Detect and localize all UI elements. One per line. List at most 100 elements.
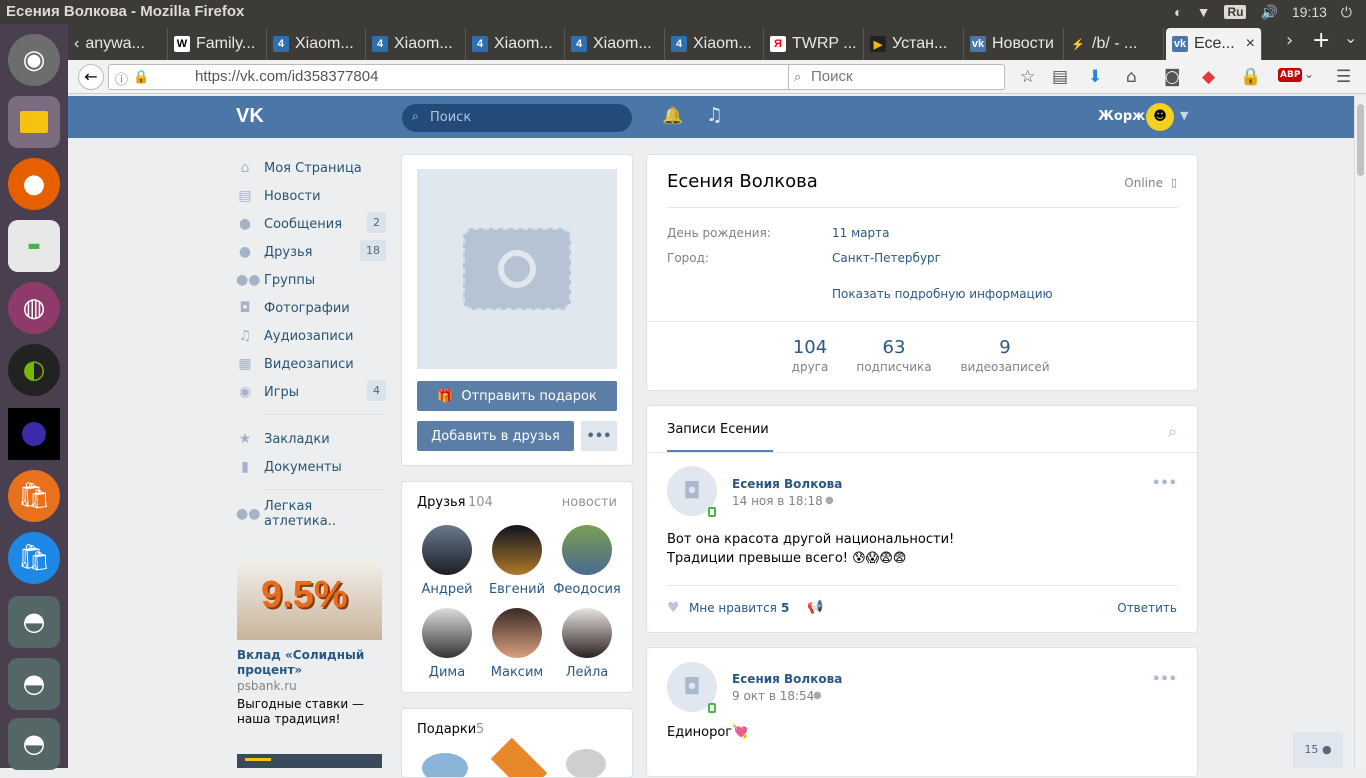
friend-avatar[interactable] — [492, 608, 542, 658]
post-menu-icon[interactable]: ••• — [1152, 672, 1177, 687]
post-author[interactable]: Есения Волкова — [732, 672, 842, 686]
like-label[interactable]: Мне нравится — [689, 601, 777, 615]
tab-4[interactable]: 4 Xiaom... — [466, 28, 565, 60]
adblock-icon[interactable]: ABP — [1278, 68, 1303, 82]
post-author[interactable]: Есения Волкова — [732, 477, 842, 491]
user-name[interactable]: Жорж — [1098, 109, 1145, 124]
extension-icon[interactable]: ◆ — [1202, 67, 1215, 87]
gift-item[interactable] — [422, 753, 468, 777]
menu-my-page[interactable]: ⌂ Моя Страница — [236, 154, 386, 182]
ad-title[interactable]: Вклад «Солидный процент» — [237, 648, 387, 678]
add-friend-button[interactable]: Добавить в друзья — [417, 421, 574, 451]
globe-icon[interactable]: ◍ — [8, 282, 60, 334]
ad-banner[interactable]: 9.5% — [237, 558, 382, 640]
friend-avatar[interactable] — [562, 525, 612, 575]
app-icon-3[interactable]: ◓ — [8, 718, 60, 770]
lock-extension-icon[interactable]: 🔒 — [1240, 67, 1261, 87]
back-button[interactable]: ← — [78, 64, 104, 90]
tab-7[interactable]: Я TWRP ... — [764, 28, 864, 60]
post-date[interactable]: 14 ноя в 18:18 — [732, 494, 823, 508]
tab-2[interactable]: 4 Xiaom... — [267, 28, 366, 60]
store-icon[interactable]: 🛍 — [8, 532, 60, 584]
menu-bookmarks[interactable]: ★ Закладки — [236, 425, 386, 453]
tab-5[interactable]: 4 Xiaom... — [565, 28, 665, 60]
sync-icon[interactable]: ◐ — [1174, 4, 1182, 20]
post-date[interactable]: 9 окт в 18:54 — [732, 689, 814, 703]
friend-name[interactable]: Максим — [482, 665, 552, 680]
send-gift-button[interactable]: 🎁 Отправить подарок — [417, 381, 617, 411]
browser-search-input[interactable]: ⌕ Поиск — [788, 64, 1005, 90]
gift-item[interactable] — [566, 749, 606, 777]
keyboard-layout[interactable]: Ru — [1224, 5, 1247, 19]
close-tab-icon[interactable]: × — [1246, 35, 1255, 53]
friend-avatar[interactable] — [422, 525, 472, 575]
bell-icon[interactable]: 🔔 — [662, 106, 683, 126]
wifi-icon[interactable]: ▼ — [1197, 4, 1211, 20]
ubuntu-dash-icon[interactable]: ◉ — [8, 34, 60, 86]
search-icon[interactable]: ⌕ — [1168, 422, 1177, 442]
pocket-icon[interactable]: ◙ — [1164, 67, 1181, 87]
music-icon[interactable]: ♫ — [706, 104, 723, 126]
friend-name[interactable]: Лейла — [552, 665, 622, 680]
app-black-icon[interactable] — [8, 408, 60, 460]
more-actions-button[interactable]: ••• — [581, 421, 617, 451]
new-tab-button[interactable]: + — [1312, 28, 1330, 53]
files-icon[interactable] — [8, 96, 60, 148]
friend-name[interactable]: Андрей — [412, 582, 482, 597]
counter-followers[interactable]: 63 подписчика — [851, 337, 937, 374]
gifts-title[interactable]: Подарки — [417, 722, 476, 737]
chevron-down-icon[interactable]: ⌄ — [1304, 67, 1314, 81]
settings-toggle-icon[interactable]: ▬ — [8, 220, 60, 272]
chevron-right-icon[interactable]: › — [1286, 30, 1293, 51]
clock[interactable]: 19:13 — [1292, 4, 1327, 20]
downloads-icon[interactable]: ⬇ — [1088, 67, 1102, 87]
heart-icon[interactable]: ♥ — [667, 600, 680, 616]
url-bar[interactable]: ⓘ 🔒 https://vk.com/id358377804 ↻ — [108, 64, 808, 90]
tab-list-icon[interactable]: ⌄ — [1344, 28, 1357, 47]
menu-friends[interactable]: ● Друзья 18 — [236, 238, 386, 266]
software-center-icon[interactable]: 🛍 — [8, 470, 60, 522]
friend-avatar[interactable] — [562, 608, 612, 658]
friend-avatar[interactable] — [422, 608, 472, 658]
city-value[interactable]: Санкт-Петербург — [832, 251, 941, 265]
birthday-value[interactable]: 11 марта — [832, 226, 889, 240]
chevron-left-icon[interactable]: ‹ — [74, 35, 79, 53]
info-icon[interactable]: ⓘ — [115, 69, 128, 88]
menu-groups[interactable]: ●● Группы — [236, 266, 386, 294]
power-icon[interactable]: ⏻ — [1341, 4, 1352, 21]
menu-icon[interactable]: ☰ — [1336, 67, 1351, 87]
counter-friends[interactable]: 104 друга — [777, 337, 843, 374]
home-icon[interactable]: ⌂ — [1126, 67, 1137, 87]
online-friends-chip[interactable]: 15 ● — [1293, 732, 1343, 768]
menu-group-athletics[interactable]: ●● Легкая атлетика.. — [236, 499, 386, 529]
app-icon-2[interactable]: ◓ — [8, 658, 60, 710]
tab-6[interactable]: 4 Xiaom... — [665, 28, 764, 60]
friends-title[interactable]: Друзья — [417, 495, 466, 510]
post-menu-icon[interactable]: ••• — [1152, 476, 1177, 491]
tab-9[interactable]: vk Новости — [964, 28, 1064, 60]
friend-avatar[interactable] — [492, 525, 542, 575]
user-avatar[interactable]: ☻ — [1146, 103, 1174, 131]
tab-3[interactable]: 4 Xiaom... — [366, 28, 466, 60]
chevron-down-icon[interactable]: ▼ — [1180, 109, 1188, 122]
volume-icon[interactable]: 🔊 — [1260, 4, 1277, 21]
ad-banner-2[interactable] — [237, 754, 382, 768]
reading-list-icon[interactable]: ▤ — [1052, 67, 1068, 87]
menu-documents[interactable]: ▮ Документы — [236, 453, 386, 481]
nvidia-icon[interactable]: ◐ — [8, 344, 60, 396]
vk-search-input[interactable]: ⌕ Поиск — [402, 104, 632, 132]
friend-name[interactable]: Феодосия — [552, 582, 622, 597]
menu-audio[interactable]: ♫ Аудиозаписи — [236, 322, 386, 350]
wall-tab[interactable]: Записи Есении — [667, 422, 769, 437]
bookmark-star-icon[interactable]: ☆ — [1020, 67, 1035, 87]
tab-0[interactable]: ‹ anywa... — [68, 28, 168, 60]
vk-logo[interactable]: VK — [236, 105, 264, 128]
tab-1[interactable]: W Family... — [168, 28, 267, 60]
show-more-info-link[interactable]: Показать подробную информацию — [832, 287, 1053, 301]
share-icon[interactable]: 📢 — [807, 600, 823, 615]
menu-messages[interactable]: ● Сообщения 2 — [236, 210, 386, 238]
scrollbar-thumb[interactable] — [1357, 104, 1364, 176]
counter-videos[interactable]: 9 видеозаписей — [953, 337, 1057, 374]
firefox-icon[interactable]: ● — [8, 158, 60, 210]
menu-news[interactable]: ▤ Новости — [236, 182, 386, 210]
